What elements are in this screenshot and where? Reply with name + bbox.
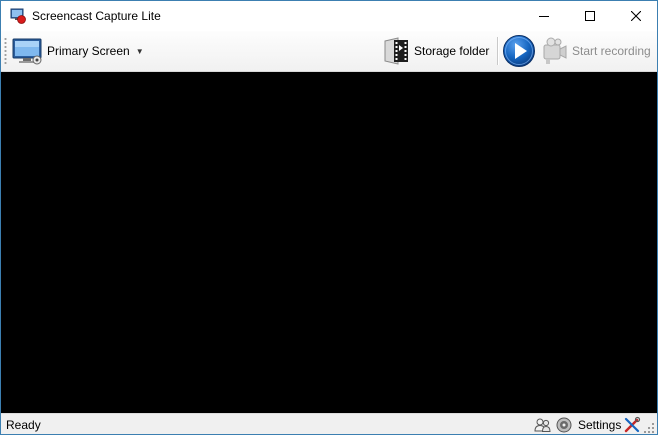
close-button[interactable] (613, 1, 657, 31)
screen-source-dropdown[interactable]: Primary Screen ▼ (11, 35, 144, 67)
storage-folder-button[interactable]: Storage folder (382, 35, 492, 67)
storage-folder-label: Storage folder (414, 44, 490, 58)
toolbar-separator (497, 37, 498, 65)
film-folder-icon (382, 35, 412, 67)
app-icon (10, 8, 26, 24)
resize-grip-icon[interactable] (644, 422, 654, 433)
window-title: Screencast Capture Lite (32, 9, 161, 23)
title-bar[interactable]: Screencast Capture Lite (1, 1, 657, 31)
capture-preview (1, 72, 657, 413)
app-window: Screencast Capture Lite Primary Screen ▼… (0, 0, 658, 435)
monitor-icon (11, 36, 45, 66)
disc-icon[interactable] (555, 416, 573, 434)
minimize-button[interactable] (521, 1, 567, 31)
status-bar: Ready Settings (1, 413, 657, 434)
minimize-icon (539, 16, 549, 17)
close-icon (631, 11, 641, 21)
play-icon (503, 35, 535, 67)
camcorder-icon (540, 36, 568, 66)
screen-source-label: Primary Screen (47, 44, 130, 58)
start-recording-label: Start recording (572, 44, 651, 58)
play-button[interactable] (502, 34, 536, 68)
toolbar: Primary Screen ▼ Storage folder Start re… (1, 31, 657, 72)
toolbar-grip[interactable] (4, 37, 7, 65)
maximize-icon (585, 11, 595, 21)
users-icon[interactable] (534, 416, 552, 434)
tools-icon[interactable] (623, 416, 641, 434)
maximize-button[interactable] (567, 1, 613, 31)
settings-label[interactable]: Settings (578, 418, 621, 432)
chevron-down-icon: ▼ (135, 46, 144, 56)
start-recording-button[interactable]: Start recording (540, 35, 655, 67)
status-text: Ready (6, 418, 41, 432)
